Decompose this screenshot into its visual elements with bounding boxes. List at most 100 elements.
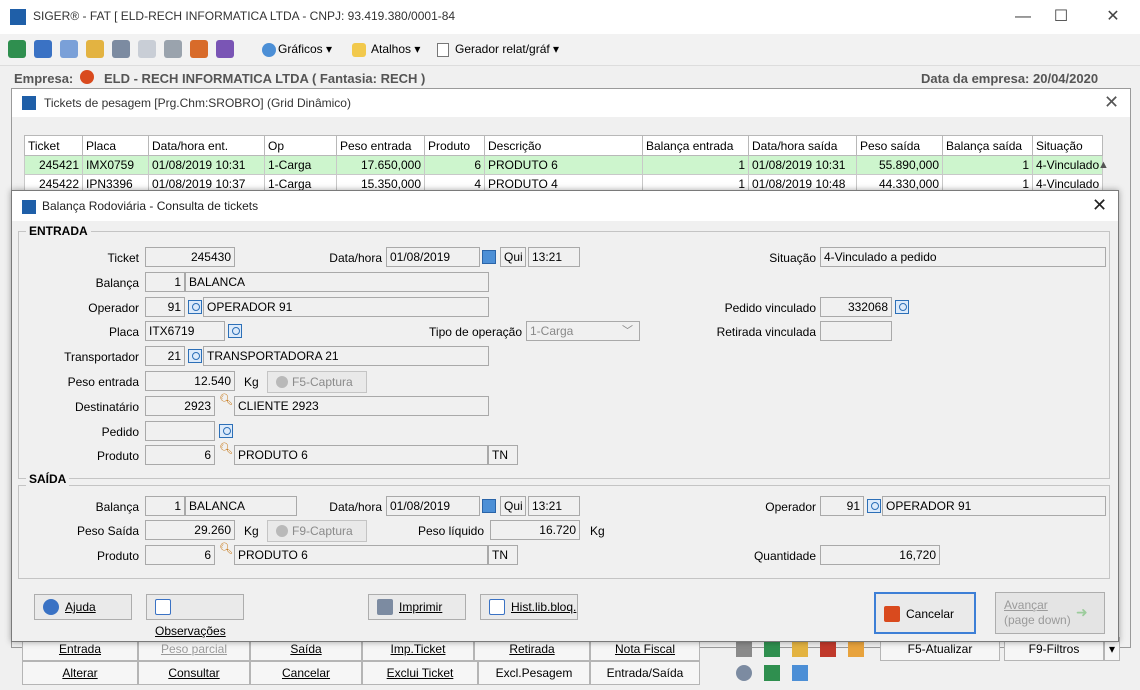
tree-icon[interactable]	[86, 40, 104, 58]
saida-operador-label: Operador	[765, 500, 816, 514]
pedido-vinculado-search-icon[interactable]	[895, 300, 909, 314]
avancar-sub-label: (page down)	[1004, 613, 1071, 627]
notes-icon	[155, 599, 171, 615]
observacoes-button[interactable]: Observações	[146, 594, 244, 638]
tickets-close-button[interactable]: ✕	[1104, 92, 1119, 113]
scroll-up-icon[interactable]: ▲	[1098, 159, 1109, 171]
cell: 1	[642, 155, 749, 175]
cancelar-ticket-button[interactable]: Cancelar	[250, 661, 362, 685]
scale-icon	[276, 525, 288, 537]
ticket-field[interactable]: 245430	[145, 247, 235, 267]
balanca-nome-field: BALANCA	[185, 272, 489, 292]
pie-icon[interactable]	[216, 40, 234, 58]
col-placa[interactable]: Placa	[82, 135, 149, 156]
destinatario-cod-field[interactable]: 2923	[145, 396, 215, 416]
users-icon[interactable]	[190, 40, 208, 58]
map-icon[interactable]	[764, 641, 780, 657]
consultar-button[interactable]: Consultar	[138, 661, 250, 685]
saida-balanca-nome-field: BALANCA	[185, 496, 297, 516]
col-situacao[interactable]: Situação	[1031, 135, 1104, 156]
shortcut-icon	[352, 43, 366, 57]
close-button[interactable]: ✕	[1090, 2, 1136, 32]
help-icon[interactable]	[60, 40, 78, 58]
balanca-cod-field[interactable]: 1	[145, 272, 185, 292]
graficos-menu[interactable]: Gráficos ▾	[278, 42, 332, 56]
saida-calendar-icon[interactable]	[482, 499, 496, 513]
pedido-search-icon[interactable]	[219, 424, 233, 438]
history-icon	[489, 599, 505, 615]
placa-field[interactable]: ITX6719	[145, 321, 225, 341]
produto-search-icon[interactable]: 🔍︎	[219, 442, 233, 455]
peso-liquido-field: 16.720	[490, 520, 580, 540]
hora-entrada-field[interactable]: 13:21	[528, 247, 580, 267]
peso-entrada-field[interactable]: 12.540	[145, 371, 235, 391]
pedido-field[interactable]	[145, 421, 215, 441]
destinatario-label: Destinatário	[74, 400, 139, 414]
saida-hora-field[interactable]: 13:21	[528, 496, 580, 516]
chevron-down-icon: ﹀	[622, 325, 633, 337]
transportador-search-icon[interactable]	[188, 349, 202, 363]
dialog-close-button[interactable]: ✕	[1092, 195, 1107, 216]
operador-search-icon[interactable]	[188, 300, 202, 314]
excl-pesagem-button[interactable]: Excl.Pesagem	[478, 661, 590, 685]
saida-balanca-cod-field[interactable]: 1	[145, 496, 185, 516]
col-data-saida[interactable]: Data/hora saída	[748, 135, 857, 156]
link-icon[interactable]	[736, 641, 752, 657]
saida-operador-search-icon[interactable]	[867, 499, 881, 513]
gear-icon[interactable]	[112, 40, 130, 58]
destinatario-search-icon[interactable]: 🔍︎	[219, 393, 233, 406]
exit-icon[interactable]	[8, 40, 26, 58]
document-icon	[437, 43, 449, 57]
col-ticket[interactable]: Ticket	[24, 135, 83, 156]
saida-data-field[interactable]: 01/08/2019	[386, 496, 480, 516]
ajuda-button[interactable]: Ajuda	[34, 594, 132, 620]
operador-cod-field[interactable]: 91	[145, 297, 185, 317]
placa-search-icon[interactable]	[228, 324, 242, 338]
transportador-cod-field[interactable]: 21	[145, 346, 185, 366]
star-icon[interactable]	[848, 641, 864, 657]
atalhos-menu[interactable]: Atalhos ▾	[371, 42, 420, 56]
saida-operador-cod-field[interactable]: 91	[820, 496, 864, 516]
settings-icon[interactable]	[736, 665, 752, 681]
mail-icon[interactable]	[138, 40, 156, 58]
col-op[interactable]: Op	[264, 135, 337, 156]
cancel-icon	[884, 606, 900, 622]
calendar-icon[interactable]	[482, 250, 496, 264]
cancelar-button[interactable]: Cancelar	[874, 592, 976, 634]
imprimir-button[interactable]: Imprimir	[368, 594, 466, 620]
company-icon	[80, 70, 94, 84]
app-logo-icon	[10, 9, 26, 25]
gerador-menu[interactable]: Gerador relat/gráf ▾	[455, 42, 559, 56]
calculator-icon[interactable]	[34, 40, 52, 58]
cell: 01/08/2019 10:31	[748, 155, 857, 175]
dollar-icon[interactable]	[764, 665, 780, 681]
col-data-entrada[interactable]: Data/hora ent.	[148, 135, 265, 156]
peso-saida-field[interactable]: 29.260	[145, 520, 235, 540]
peso-parcial-label: Peso parcial	[160, 642, 228, 656]
hist-lib-bloq-button[interactable]: Hist.lib.bloq.	[480, 594, 578, 620]
f9-captura-label: F9-Captura	[292, 524, 353, 538]
table-row[interactable]: 245421 IMX0759 01/08/2019 10:31 1-Carga …	[24, 155, 1104, 175]
checklist-icon[interactable]	[792, 665, 808, 681]
alterar-button[interactable]: Alterar	[22, 661, 138, 685]
col-peso-entrada[interactable]: Peso entrada	[336, 135, 425, 156]
col-peso-saida[interactable]: Peso saída	[856, 135, 943, 156]
col-balanca-saida[interactable]: Balança saída	[942, 135, 1033, 156]
saida-produto-search-icon[interactable]: 🔍︎	[219, 542, 233, 555]
chat-icon[interactable]	[164, 40, 182, 58]
avancar-button: Avançar (page down) ➜	[995, 592, 1105, 634]
maximize-button[interactable]: ☐	[1038, 2, 1084, 32]
produto-cod-field[interactable]: 6	[145, 445, 215, 465]
col-descricao[interactable]: Descrição	[484, 135, 643, 156]
f9-captura-button: F9-Captura	[267, 520, 367, 542]
entrada-saida-button[interactable]: Entrada/Saída	[590, 661, 700, 685]
col-produto[interactable]: Produto	[424, 135, 485, 156]
alterar-label: Alterar	[62, 666, 98, 680]
col-balanca-entrada[interactable]: Balança entrada	[642, 135, 749, 156]
exclui-ticket-button[interactable]: Exclui Ticket	[362, 661, 478, 685]
truck-icon[interactable]	[792, 641, 808, 657]
saida-produto-cod-field[interactable]: 6	[145, 545, 215, 565]
cancelar-label: Cancelar	[906, 607, 955, 621]
report-icon[interactable]	[820, 641, 836, 657]
data-entrada-field[interactable]: 01/08/2019	[386, 247, 480, 267]
